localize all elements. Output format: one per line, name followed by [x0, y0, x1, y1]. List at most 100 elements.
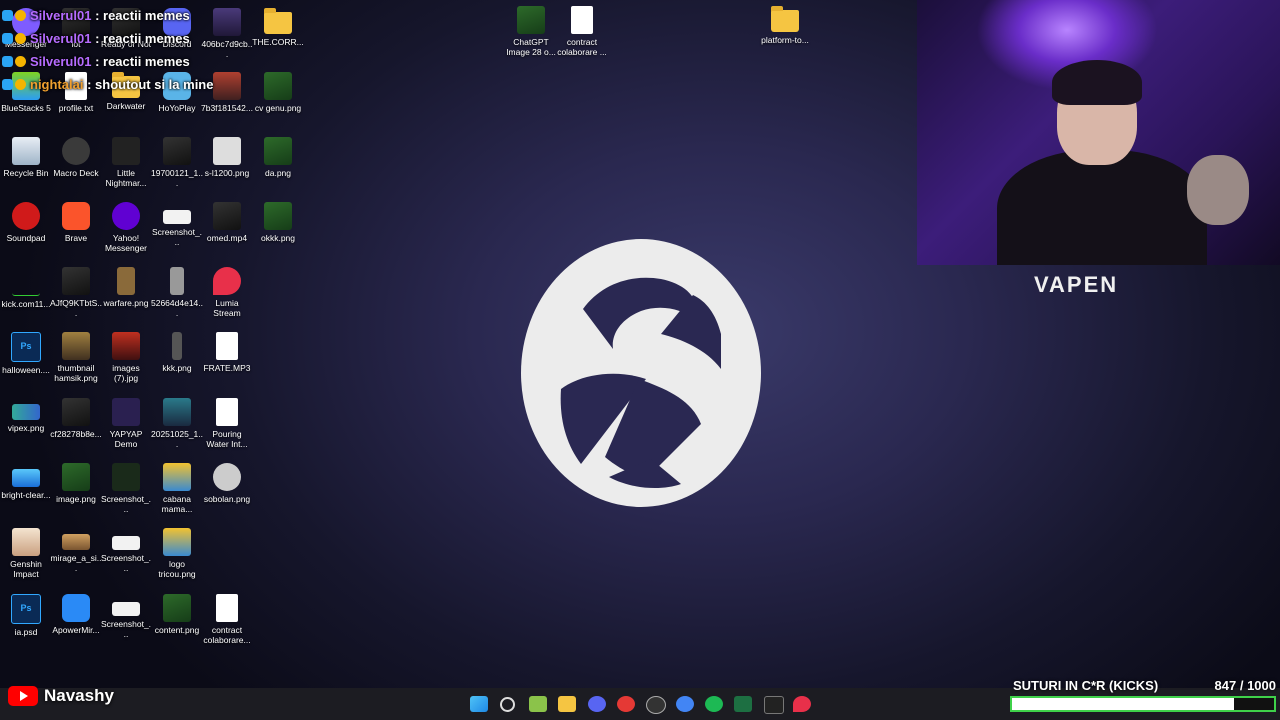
- icon-label: Screenshot_...: [151, 227, 203, 247]
- search-icon[interactable]: [500, 697, 515, 712]
- desktop-icon-thumbnail-hamsik[interactable]: thumbnail hamsik.png: [50, 332, 102, 383]
- icon-label: cf28278b8e...: [50, 429, 102, 439]
- desktop-icon-screenshot-4[interactable]: Screenshot_...: [100, 594, 152, 639]
- icon-label: profile.txt: [58, 103, 94, 113]
- desktop-icon-cabana-mama[interactable]: cabana mama...: [151, 463, 203, 514]
- desktop-icon-bright-clear[interactable]: bright-clear...: [0, 463, 52, 500]
- desktop-icon-warfare[interactable]: warfare.png: [100, 267, 152, 308]
- image-file-icon: [264, 137, 292, 165]
- windows-start-icon[interactable]: [470, 696, 488, 712]
- streamer-hair: [1052, 60, 1142, 105]
- desktop-icon-pouring-water[interactable]: Pouring Water Int...: [201, 398, 253, 449]
- youtube-logo-icon: [8, 686, 38, 706]
- desktop-icon-apowermirror[interactable]: ApowerMir...: [50, 594, 102, 635]
- image-file-icon: [163, 398, 191, 426]
- icon-label: BlueStacks 5: [1, 103, 51, 113]
- desktop-icon-frate-mp3[interactable]: FRATE.MP3: [201, 332, 253, 373]
- desktop-icon-mirage[interactable]: mirage_a_si...: [50, 528, 102, 573]
- image-file-icon: [163, 528, 191, 556]
- icon-label: contract colaborare ...: [557, 37, 607, 57]
- chat-message: Silverul01 : reactii memes: [2, 4, 242, 27]
- goal-total: / 1000: [1239, 678, 1276, 693]
- desktop-icon-recycle-bin[interactable]: Recycle Bin: [0, 137, 52, 178]
- desktop-icon-da[interactable]: da.png: [252, 137, 304, 178]
- icon-label: logo tricou.png: [158, 559, 196, 579]
- desktop-icon-yahoo-messenger[interactable]: Yahoo! Messenger: [100, 202, 152, 253]
- photoshop-file-icon: Ps: [11, 332, 41, 362]
- youtube-icon[interactable]: [617, 696, 635, 712]
- spotify-icon[interactable]: [705, 696, 723, 712]
- desktop-icon-content[interactable]: content.png: [151, 594, 203, 635]
- notepad-icon[interactable]: [529, 696, 547, 712]
- icon-label: ApowerMir...: [52, 625, 100, 635]
- icon-label: contract colaborare...: [203, 625, 251, 645]
- desktop-icon-image-png[interactable]: image.png: [50, 463, 102, 504]
- icon-label: okkk.png: [260, 233, 296, 243]
- icon-label: HoYoPlay: [158, 103, 196, 113]
- icon-label: s-l1200.png: [204, 168, 250, 178]
- desktop-icon-screenshot-3[interactable]: Screenshot_...: [100, 528, 152, 573]
- desktop-icon-52664[interactable]: 52664d4e14...: [151, 267, 203, 318]
- badge-icon: [2, 79, 13, 90]
- desktop-icon-chatgpt-image[interactable]: ChatGPT Image 28 o...: [505, 6, 557, 57]
- file-explorer-icon[interactable]: [558, 696, 576, 712]
- desktop-icon-okkk[interactable]: okkk.png: [252, 202, 304, 243]
- image-file-icon: [12, 469, 40, 487]
- desktop-icon-lumia-stream[interactable]: Lumia Stream: [201, 267, 253, 318]
- desktop-icon-contract-colaborare-2[interactable]: contract colaborare ...: [556, 6, 608, 57]
- discord-icon[interactable]: [588, 696, 606, 712]
- desktop-icon-ajfq[interactable]: AJfQ9KTbtS...: [50, 267, 102, 318]
- desktop-icon-19700121[interactable]: 19700121_1...: [151, 137, 203, 188]
- lumia-icon[interactable]: [793, 696, 811, 712]
- chat-text: : shoutout si la mine: [87, 77, 214, 92]
- desktop-icon-screenshot-1[interactable]: Screenshot_...: [151, 202, 203, 247]
- desktop-icon-cf28278[interactable]: cf28278b8e...: [50, 398, 102, 439]
- image-file-icon: [112, 332, 140, 360]
- icon-label: 7b3f181542...: [201, 103, 253, 113]
- desktop-icon-s-l1200[interactable]: s-l1200.png: [201, 137, 253, 178]
- image-file-icon: [170, 267, 184, 295]
- desktop-icon-kkk[interactable]: kkk.png: [151, 332, 203, 373]
- epic-games-icon[interactable]: [764, 696, 784, 714]
- photoshop-file-icon: Ps: [11, 594, 41, 624]
- icon-label: kkk.png: [162, 363, 192, 373]
- icon-label: Recycle Bin: [3, 168, 49, 178]
- desktop-icon-screenshot-2[interactable]: Screenshot_...: [100, 463, 152, 514]
- image-file-icon: [12, 404, 40, 420]
- desktop-icon-sobolan[interactable]: sobolan.png: [201, 463, 253, 504]
- desktop-icon-platform-to[interactable]: platform-to...: [759, 6, 811, 45]
- desktop-icon-macro-deck[interactable]: Macro Deck: [50, 137, 102, 178]
- icon-label: THE.CORR...: [252, 37, 304, 47]
- desktop-icon-the-corr[interactable]: THE.CORR...: [252, 8, 304, 47]
- desktop-icon-20251025[interactable]: 20251025_1...: [151, 398, 203, 449]
- desktop-icon-kick[interactable]: kick.com11...: [0, 267, 52, 309]
- video-file-icon: [213, 202, 241, 230]
- coin-badge-icon: [15, 10, 26, 21]
- desktop-icon-cv-genu[interactable]: cv genu.png: [252, 72, 304, 113]
- skull-decoration: [1187, 155, 1249, 225]
- desktop-icon-halloween-psd[interactable]: Ps halloween....: [0, 332, 52, 375]
- chrome-icon[interactable]: [676, 696, 694, 712]
- desktop-icon-soundpad[interactable]: Soundpad: [0, 202, 52, 243]
- desktop-icon-ia-psd[interactable]: Ps ia.psd: [0, 594, 52, 637]
- desktop-icon-omed[interactable]: omed.mp4: [201, 202, 253, 243]
- desktop-icon-contract-colaborare-1[interactable]: contract colaborare...: [201, 594, 253, 645]
- image-file-icon: [62, 332, 90, 360]
- image-file-icon: [62, 398, 90, 426]
- desktop-icon-yapyap-demo[interactable]: YAPYAP Demo: [100, 398, 152, 449]
- desktop-icon-logo-tricou[interactable]: logo tricou.png: [151, 528, 203, 579]
- desktop-icon-genshin-impact[interactable]: Genshin Impact: [0, 528, 52, 579]
- desktop-icon-vipex[interactable]: vipex.png: [0, 398, 52, 433]
- coin-badge-icon: [15, 56, 26, 67]
- icon-label: 52664d4e14...: [151, 298, 203, 318]
- obs-icon[interactable]: [646, 696, 666, 714]
- document-file-icon: [216, 594, 238, 622]
- excel-icon[interactable]: [734, 696, 752, 712]
- desktop-icon-little-nightmares[interactable]: Little Nightmar...: [100, 137, 152, 188]
- desktop-icon-images-7[interactable]: images (7).jpg: [100, 332, 152, 383]
- image-file-icon: [112, 463, 140, 491]
- icon-label: thumbnail hamsik.png: [54, 363, 98, 383]
- webcam-feed: [917, 0, 1280, 265]
- icon-label: omed.mp4: [206, 233, 248, 243]
- desktop-icon-brave[interactable]: Brave: [50, 202, 102, 243]
